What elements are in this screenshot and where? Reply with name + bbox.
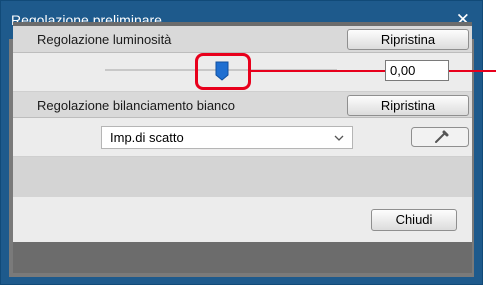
brightness-value-input[interactable]: [385, 60, 449, 81]
white-balance-selected-value: Imp.di scatto: [110, 130, 184, 145]
adjustment-panel: Regolazione luminosità Ripristina Regola…: [13, 22, 496, 273]
chevron-down-icon: [334, 135, 344, 141]
brightness-header-row: Regolazione luminosità Ripristina: [13, 26, 472, 53]
white-balance-reset-button[interactable]: Ripristina: [347, 95, 469, 116]
brightness-control-row: [13, 53, 496, 92]
white-balance-header-row: Regolazione bilanciamento bianco Riprist…: [13, 92, 472, 118]
white-balance-label: Regolazione bilanciamento bianco: [37, 98, 236, 113]
footer-row: Chiudi: [13, 197, 472, 242]
close-button[interactable]: Chiudi: [371, 209, 457, 231]
callout-line: [251, 70, 496, 72]
empty-row: [13, 157, 472, 197]
slider-highlight-marker: [195, 53, 251, 90]
white-balance-control-row: Imp.di scatto: [13, 118, 472, 157]
white-balance-select[interactable]: Imp.di scatto: [101, 126, 353, 149]
brightness-label: Regolazione luminosità: [37, 32, 172, 47]
eyedropper-button[interactable]: [411, 127, 469, 147]
brightness-reset-button[interactable]: Ripristina: [347, 29, 469, 50]
